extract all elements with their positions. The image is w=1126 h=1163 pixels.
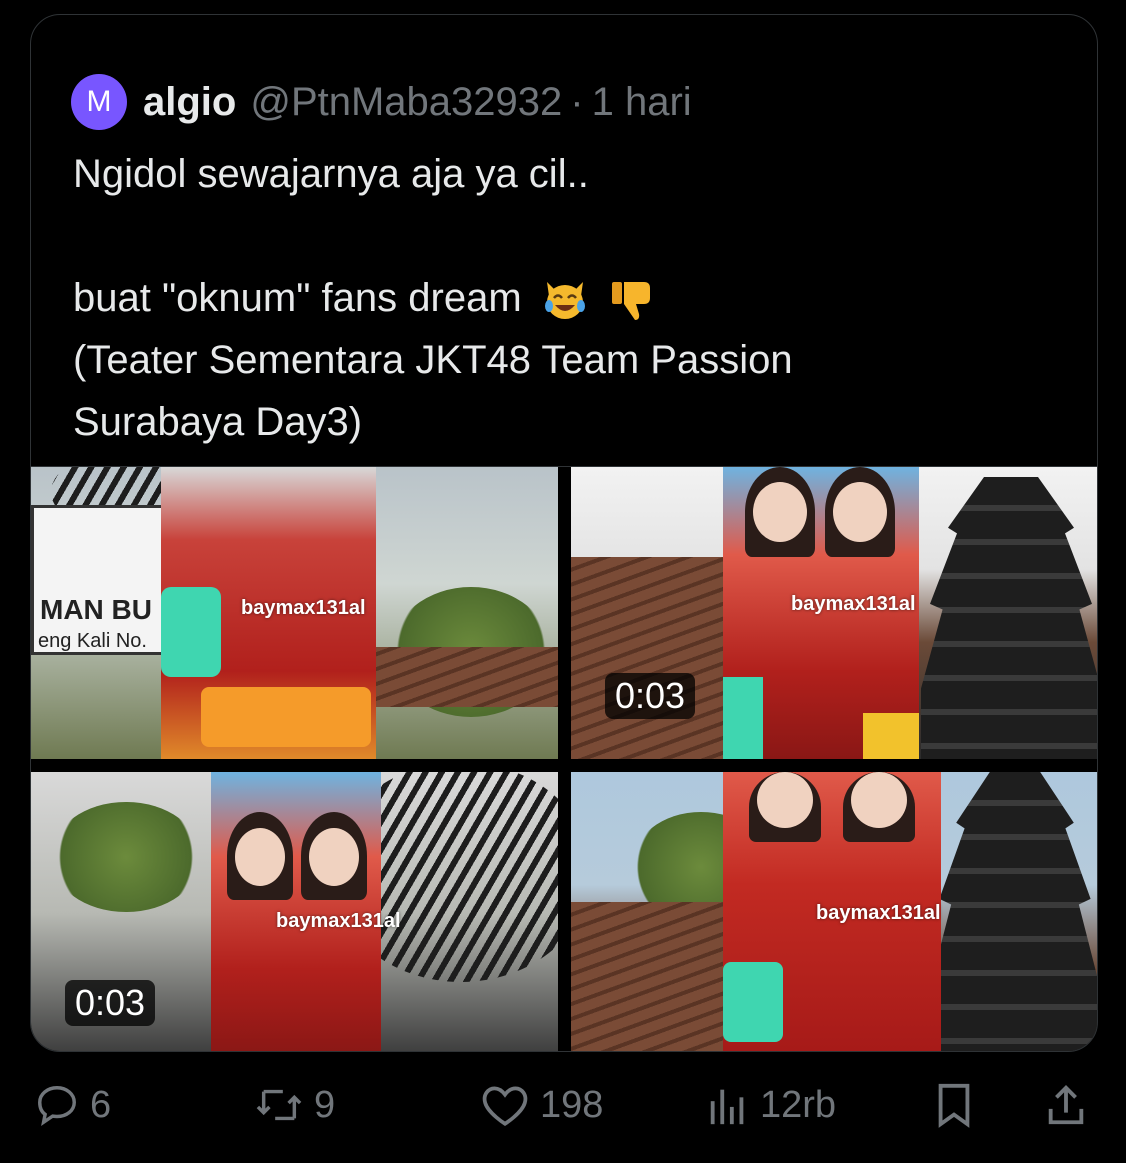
logo-block — [723, 677, 763, 759]
tweet-text-fragment: buat "oknum" fans dream — [73, 276, 522, 320]
thumbs-down-emoji-icon — [611, 282, 650, 321]
watermark: baymax131al — [816, 902, 941, 924]
tweet-text-line: (Teater Sementara JKT48 Team Passion — [73, 338, 793, 382]
like-button[interactable]: 198 — [480, 1082, 603, 1128]
video-duration-badge: 0:03 — [65, 980, 156, 1026]
pagoda-shape — [921, 477, 1097, 759]
sign-title: MAN BU — [40, 594, 152, 625]
event-sign — [201, 687, 371, 747]
logo-block — [161, 587, 221, 677]
figure-face — [753, 482, 807, 542]
logo-block — [863, 713, 919, 759]
watermark: baymax131al — [241, 597, 366, 619]
pagoda-shape — [931, 772, 1097, 1051]
tweet-text-line: Surabaya Day3) — [73, 400, 363, 444]
views-button[interactable]: 12rb — [706, 1082, 836, 1128]
user-handle[interactable]: @PtnMaba32932 — [250, 80, 562, 125]
repost-icon — [256, 1089, 302, 1121]
watermark: baymax131al — [276, 910, 401, 932]
separator-dot: · — [570, 79, 584, 124]
avatar[interactable]: M — [71, 74, 127, 130]
share-icon — [1048, 1085, 1084, 1125]
tweet-actions-bar: 6 9 198 12rb — [0, 1070, 1126, 1140]
logo-block — [723, 962, 783, 1042]
reply-button[interactable]: 6 — [34, 1082, 111, 1128]
media-image-2[interactable]: baymax131al — [571, 772, 1097, 1051]
figure-face — [833, 482, 887, 542]
figure-face — [851, 772, 907, 828]
media-image-1[interactable]: MAN BU eng Kali No. baymax131al — [31, 467, 558, 759]
roof-shape — [361, 647, 558, 707]
bookmark-button[interactable] — [932, 1082, 976, 1128]
figure-face — [235, 828, 285, 886]
reply-icon — [38, 1086, 76, 1127]
tree-shape — [51, 802, 201, 912]
tweet-text-line: Ngidol sewajarnya aja ya cil.. — [73, 152, 589, 196]
tweet-header: M algio @PtnMaba32932 · 1 hari — [71, 67, 692, 137]
media-grid: MAN BU eng Kali No. baymax131al baymax13… — [31, 466, 1097, 1051]
media-video-2[interactable]: baymax131al 0:03 — [31, 772, 558, 1051]
like-count: 198 — [540, 1083, 604, 1126]
share-button[interactable] — [1044, 1082, 1088, 1128]
video-duration-badge: 0:03 — [605, 673, 696, 719]
analytics-icon — [710, 1089, 744, 1125]
tweet-text-line: buat "oknum" fans dream — [73, 267, 1073, 329]
repost-button[interactable]: 9 — [254, 1082, 335, 1128]
bookmark-icon — [938, 1083, 970, 1128]
sign-subtitle: eng Kali No. — [38, 630, 147, 652]
view-count: 12rb — [760, 1083, 837, 1126]
repost-count: 9 — [314, 1083, 336, 1126]
timestamp[interactable]: 1 hari — [592, 80, 692, 125]
media-video-1[interactable]: baymax131al 0:03 — [571, 467, 1097, 759]
display-name[interactable]: algio — [143, 80, 236, 125]
figure-face — [309, 828, 359, 886]
watermark: baymax131al — [791, 593, 916, 615]
tweet-text: Ngidol sewajarnya aja ya cil.. buat "okn… — [73, 143, 1073, 453]
crying-laughing-cat-emoji-icon — [544, 282, 585, 320]
figure-face — [757, 772, 813, 828]
heart-icon — [482, 1086, 528, 1126]
reply-count: 6 — [90, 1083, 112, 1126]
quoted-tweet-card[interactable]: M algio @PtnMaba32932 · 1 hari Ngidol se… — [30, 14, 1098, 1052]
